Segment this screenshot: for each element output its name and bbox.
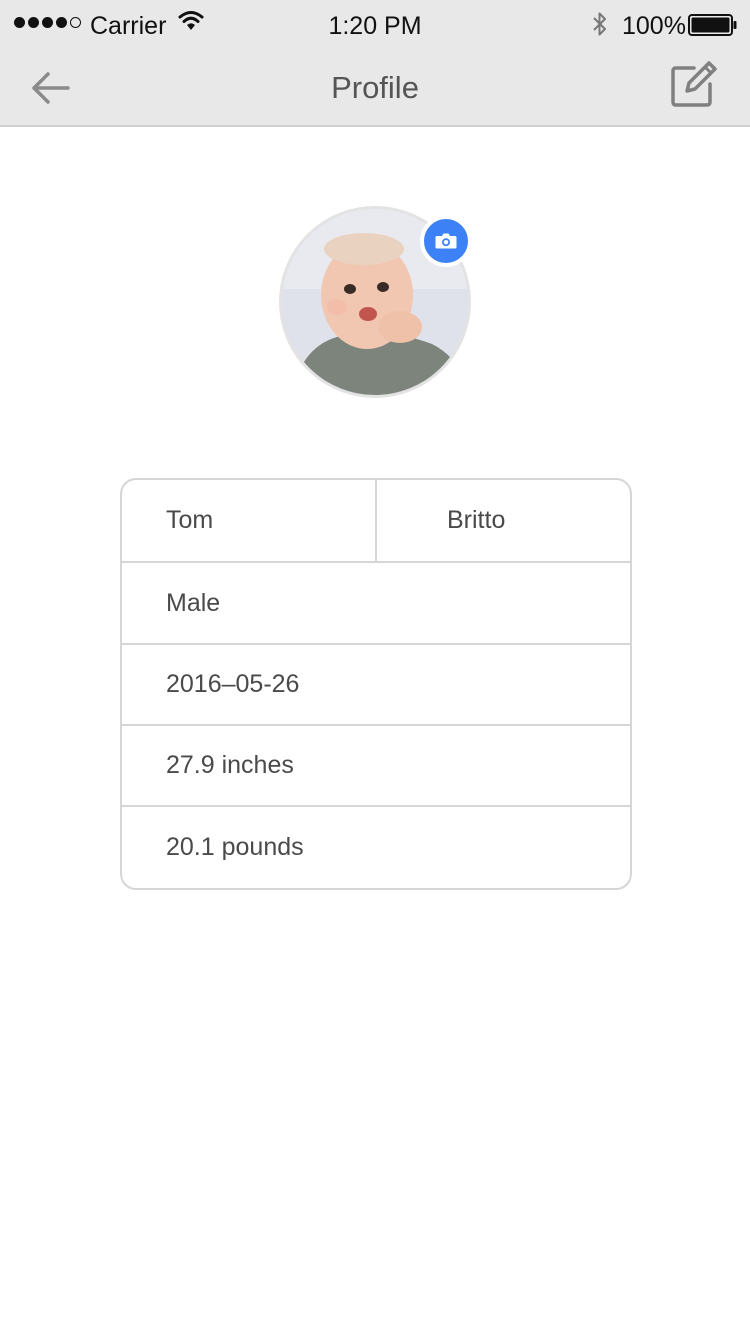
gender-field[interactable]: Male [122,563,630,643]
battery-icon [688,14,737,36]
battery-percent: 100% [622,12,686,40]
name-row: Tom Britto [122,480,630,563]
weight-field[interactable]: 20.1 pounds [122,807,630,888]
camera-icon [435,233,457,249]
status-bar: Carrier 1:20 PM 100% [0,0,750,52]
page-title: Profile [331,70,419,105]
header: Carrier 1:20 PM 100% Profile [0,0,750,127]
birth-date-field[interactable]: 2016–05-26 [122,645,630,724]
change-photo-button[interactable] [420,215,472,267]
profile-info-card: Tom Britto Male 2016–05-26 27.9 inches 2… [120,478,632,890]
first-name-field[interactable]: Tom [122,480,377,561]
gender-row: Male [122,563,630,645]
edit-icon [671,61,717,107]
bluetooth-icon [593,12,606,36]
last-name-field[interactable]: Britto [377,480,630,561]
nav-bar: Profile [0,52,750,125]
edit-button[interactable] [666,56,722,112]
birth-date-row: 2016–05-26 [122,645,630,726]
height-row: 27.9 inches [122,726,630,807]
height-field[interactable]: 27.9 inches [122,726,630,805]
weight-row: 20.1 pounds [122,807,630,888]
